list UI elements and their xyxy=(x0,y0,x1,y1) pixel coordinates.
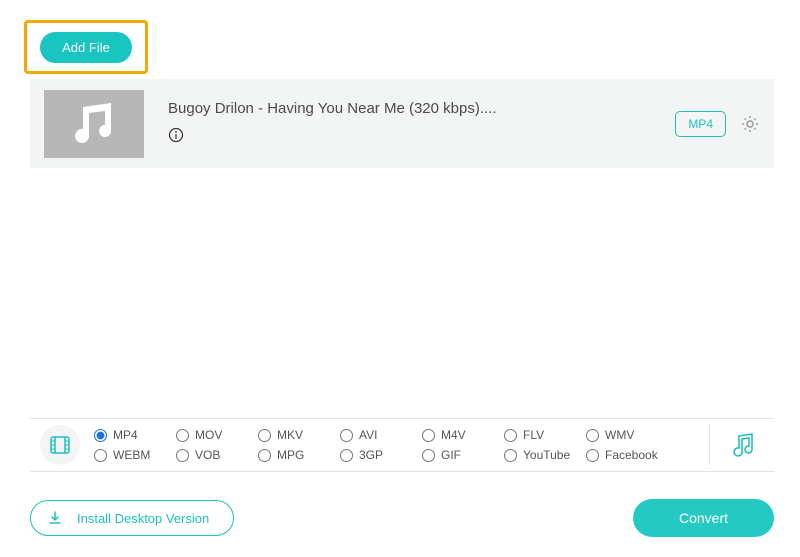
format-option-flv[interactable]: FLV xyxy=(504,428,586,442)
audio-tab-icon[interactable] xyxy=(724,431,764,459)
format-option-gif[interactable]: GIF xyxy=(422,448,504,462)
file-row: Bugoy Drilon - Having You Near Me (320 k… xyxy=(30,79,774,168)
bottom-bar: Install Desktop Version Convert xyxy=(30,499,774,537)
formats-grid: MP4 MOV MKV AVI M4V FLV WMV WEBM VOB MPG… xyxy=(94,428,695,462)
format-option-mov[interactable]: MOV xyxy=(176,428,258,442)
format-badge[interactable]: MP4 xyxy=(675,111,726,137)
file-title: Bugoy Drilon - Having You Near Me (320 k… xyxy=(168,100,675,117)
format-option-vob[interactable]: VOB xyxy=(176,448,258,462)
format-option-3gp[interactable]: 3GP xyxy=(340,448,422,462)
info-icon[interactable] xyxy=(168,127,184,148)
format-option-wmv[interactable]: WMV xyxy=(586,428,668,442)
format-option-mp4[interactable]: MP4 xyxy=(94,428,176,442)
file-info: Bugoy Drilon - Having You Near Me (320 k… xyxy=(168,100,675,148)
add-file-button[interactable]: Add File xyxy=(40,32,132,63)
format-option-mpg[interactable]: MPG xyxy=(258,448,340,462)
format-option-facebook[interactable]: Facebook xyxy=(586,448,668,462)
format-option-avi[interactable]: AVI xyxy=(340,428,422,442)
format-option-m4v[interactable]: M4V xyxy=(422,428,504,442)
divider xyxy=(709,425,710,465)
formats-bar: MP4 MOV MKV AVI M4V FLV WMV WEBM VOB MPG… xyxy=(30,418,774,472)
format-option-mkv[interactable]: MKV xyxy=(258,428,340,442)
download-icon xyxy=(47,510,63,526)
format-option-youtube[interactable]: YouTube xyxy=(504,448,586,462)
file-thumbnail xyxy=(44,90,144,158)
format-option-webm[interactable]: WEBM xyxy=(94,448,176,462)
music-note-icon xyxy=(69,101,119,147)
convert-button[interactable]: Convert xyxy=(633,499,774,537)
install-desktop-button[interactable]: Install Desktop Version xyxy=(30,500,234,536)
add-file-highlight: Add File xyxy=(24,20,148,74)
video-icon[interactable] xyxy=(40,425,80,465)
install-desktop-label: Install Desktop Version xyxy=(77,511,209,526)
gear-icon[interactable] xyxy=(740,114,760,134)
